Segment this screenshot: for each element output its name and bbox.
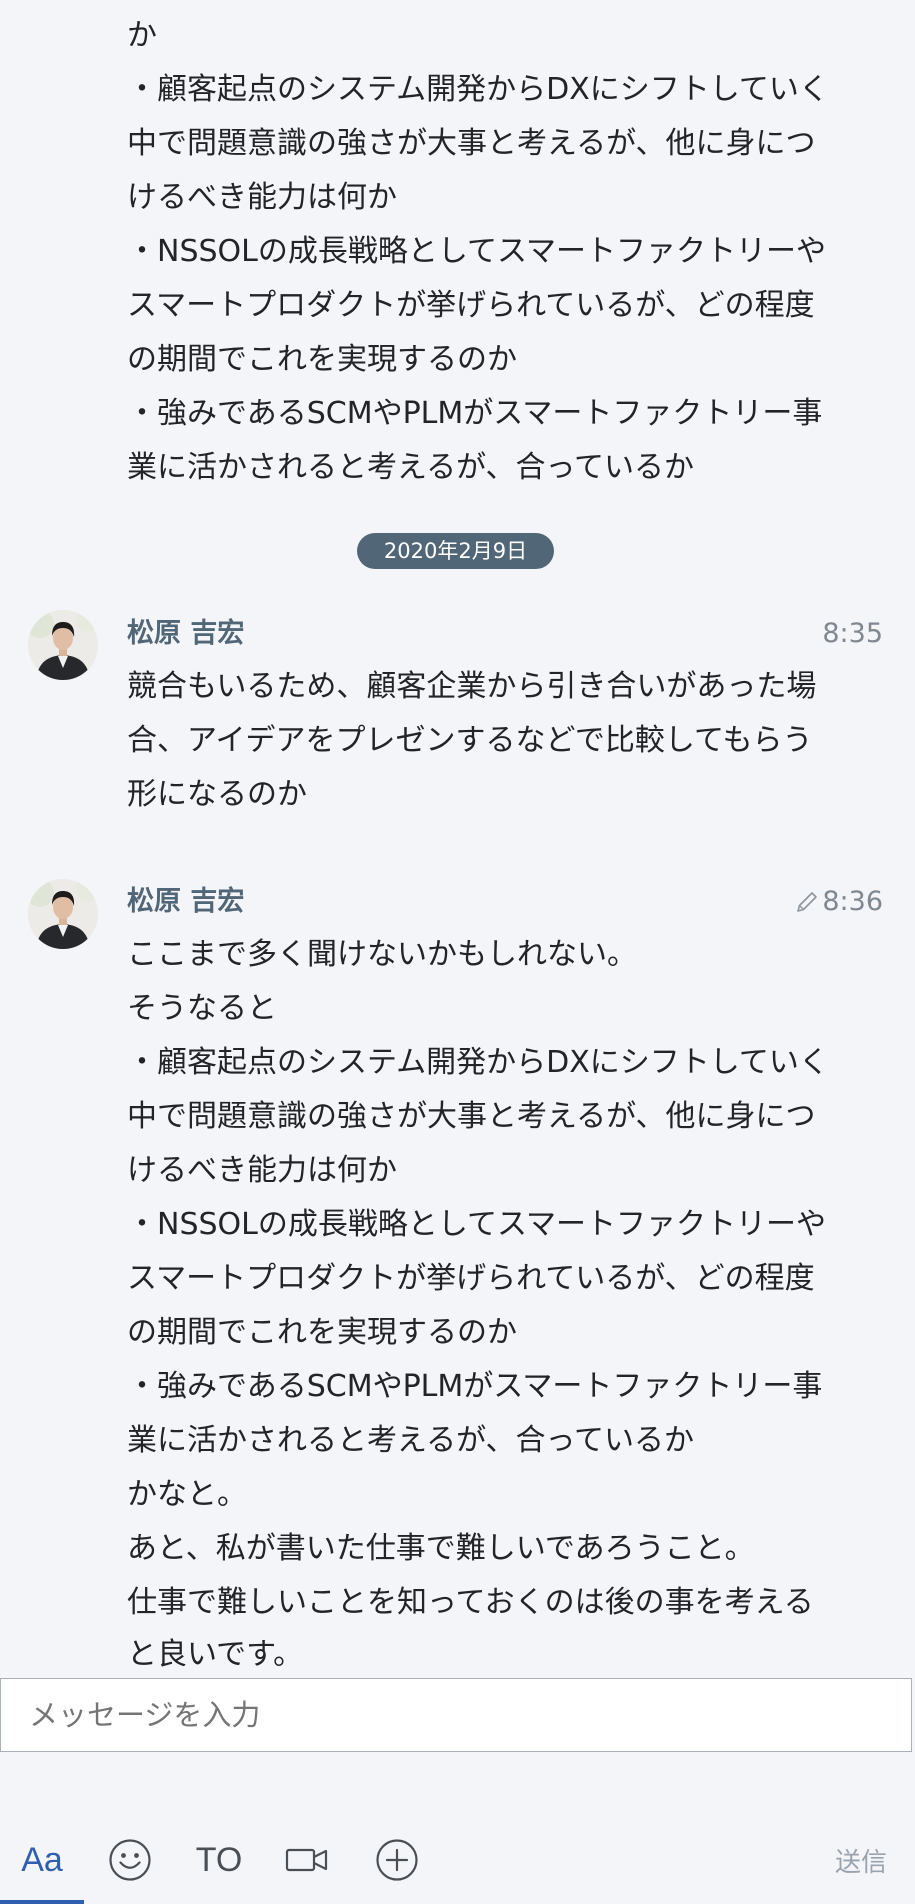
message-line: 中で問題意識の強さが大事と考えるが、他に身につ (127, 1099, 816, 1134)
message-line: ・顧客起点のシステム開発からDXにシフトしていく (127, 72, 829, 107)
message-line: そうなると (127, 991, 277, 1026)
message-line: 業に活かされると考えるが、合っているか (127, 1423, 694, 1458)
sender-name[interactable]: 松原 吉宏 (127, 618, 244, 650)
message-line: 競合もいるため、顧客企業から引き合いがあった場 (127, 669, 817, 704)
message-line: けるべき能力は何か (127, 180, 397, 215)
sender-name[interactable]: 松原 吉宏 (127, 886, 244, 918)
message-line: スマートプロダクトが挙げられているが、どの程度 (127, 1261, 815, 1296)
message-line: ・NSSOLの成長戦略としてスマートファクトリーや (127, 234, 827, 269)
message-time: 8:36 (794, 886, 883, 918)
time-text: 8:36 (822, 886, 883, 917)
message-time: 8:35 (822, 618, 883, 650)
message-line: の期間でこれを実現するのか (127, 1315, 517, 1350)
message-line: 形になるのか (127, 777, 307, 812)
message-line: 業に活かされると考えるが、合っているか (127, 450, 694, 485)
emoji-button[interactable] (106, 1836, 154, 1884)
message-line: か (127, 18, 157, 53)
message-line: 中で問題意識の強さが大事と考えるが、他に身につ (127, 126, 816, 161)
message-line: ・NSSOLの成長戦略としてスマートファクトリーや (127, 1207, 827, 1242)
active-tab-indicator (0, 1900, 84, 1904)
to-mention-button[interactable]: TO (194, 1836, 244, 1884)
send-button[interactable]: 送信 (835, 1836, 887, 1884)
video-call-button[interactable] (284, 1836, 330, 1884)
chat-timeline[interactable]: か ・顧客起点のシステム開発からDXにシフトしていく 中で問題意識の強さが大事と… (0, 0, 915, 1678)
user-photo-icon (28, 879, 98, 949)
video-camera-icon (285, 1848, 328, 1872)
smiley-icon (109, 1839, 151, 1881)
message-line: かなと。 (127, 1477, 247, 1512)
message-composer: Aa TO 送信 (0, 1678, 915, 1904)
message-line: ・顧客起点のシステム開発からDXにシフトしていく (127, 1045, 829, 1080)
avatar[interactable] (28, 879, 98, 949)
message-line: スマートプロダクトが挙げられているが、どの程度 (127, 288, 815, 323)
message-line: と良いです。 (127, 1637, 304, 1672)
message-line: あと、私が書いた仕事で難しいであろうこと。 (127, 1531, 755, 1566)
message-line: ・強みであるSCMやPLMがスマートファクトリー事 (127, 1369, 823, 1404)
avatar[interactable] (28, 610, 98, 680)
message-line: の期間でこれを実現するのか (127, 342, 517, 377)
add-attachment-button[interactable] (374, 1836, 420, 1884)
message-input[interactable] (0, 1678, 912, 1752)
pencil-edited-icon (797, 892, 818, 912)
user-photo-icon (28, 610, 98, 680)
message-line: 合、アイデアをプレゼンするなどで比較してもらう (127, 723, 813, 758)
message-line: 仕事で難しいことを知っておくのは後の事を考える (127, 1585, 814, 1620)
message-line: ・強みであるSCMやPLMがスマートファクトリー事 (127, 396, 823, 431)
text-format-button[interactable]: Aa (0, 1836, 84, 1884)
message-line: ここまで多く聞けないかもしれない。 (127, 937, 637, 972)
message-line: けるべき能力は何か (127, 1153, 397, 1188)
date-separator: 2020年2月9日 (357, 533, 554, 569)
time-text: 8:35 (822, 618, 883, 649)
plus-circle-icon (376, 1839, 418, 1881)
